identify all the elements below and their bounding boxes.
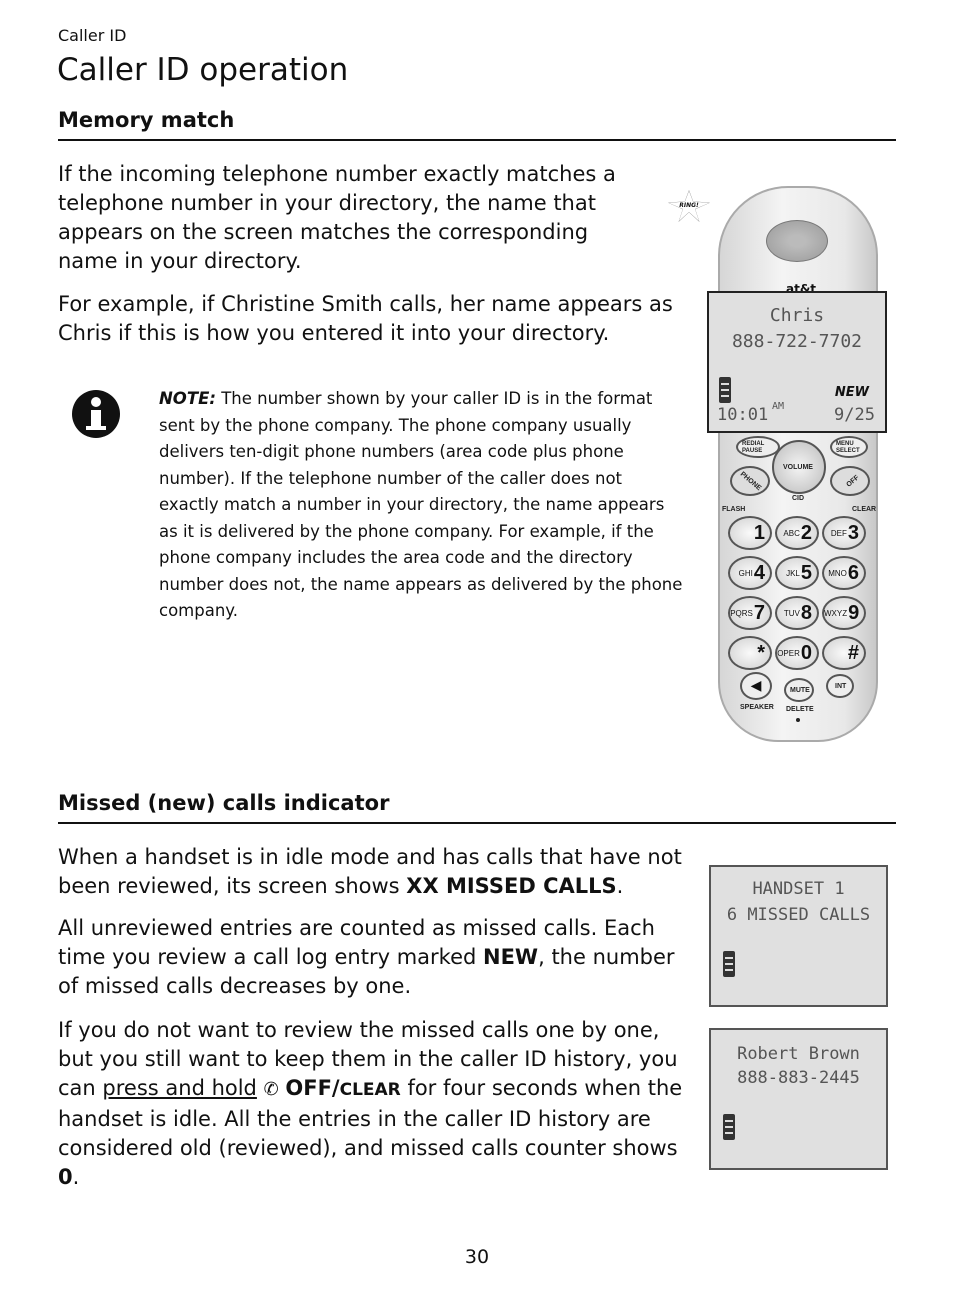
missed-paragraph-1: When a handset is in idle mode and has c… — [58, 845, 682, 898]
battery-icon — [723, 951, 735, 977]
info-icon — [72, 390, 120, 438]
keypad-key: * — [728, 636, 772, 670]
keypad-key: 1 — [728, 516, 772, 550]
missed-paragraph-3: If you do not want to review the missed … — [58, 1018, 683, 1189]
screen-line-2: 888-883-2445 — [737, 1068, 860, 1088]
note-label: NOTE: — [159, 389, 216, 408]
screen-line-2: 6 MISSED CALLS — [726, 905, 871, 925]
memory-match-paragraph-1: If the incoming telephone number exactly… — [58, 162, 616, 273]
keypad-key: ABC2 — [775, 516, 819, 550]
caller-number: 888-722-7702 — [731, 331, 863, 352]
keypad-key: WXYZ9 — [822, 596, 866, 630]
handset-illustration: at&t REDIAL PAUSE MENU SELECT VOLUME CID… — [718, 186, 878, 742]
ring-graphic: RING! — [668, 190, 710, 222]
keypad-key: DEF3 — [822, 516, 866, 550]
divider — [58, 139, 896, 141]
missed-calls-screen: HANDSET 1 6 MISSED CALLS — [709, 865, 888, 1007]
page-title: Caller ID operation — [57, 52, 349, 88]
caller-entry-screen: Robert Brown 888-883-2445 — [709, 1028, 888, 1170]
section-label: Caller ID — [58, 26, 127, 45]
note-text: The number shown by your caller ID is in… — [159, 389, 683, 620]
new-badge: NEW — [834, 385, 869, 400]
memory-match-paragraph-2: For example, if Christine Smith calls, h… — [58, 292, 673, 345]
volume-nav-button: VOLUME — [772, 440, 826, 494]
time: 10:01 — [717, 405, 769, 425]
speaker-icon: ◀ — [740, 672, 772, 700]
am-pm: AM — [772, 401, 785, 412]
note: NOTE: The number shown by your caller ID… — [159, 386, 684, 625]
screen-line-1: HANDSET 1 — [752, 879, 845, 899]
divider — [58, 822, 896, 824]
battery-icon — [719, 377, 731, 403]
off-phone-icon: ✆ — [263, 1079, 279, 1100]
keypad-key: JKL5 — [775, 556, 819, 590]
keypad-key: TUV8 — [775, 596, 819, 630]
keypad-key: OPER0 — [775, 636, 819, 670]
keypad-key: # — [822, 636, 866, 670]
keypad-key: PQRS7 — [728, 596, 772, 630]
keypad-key: GHI4 — [728, 556, 772, 590]
missed-calls-heading: Missed (new) calls indicator — [58, 791, 390, 815]
speaker-grille-icon — [766, 220, 828, 262]
caller-id-screen: Chris 888-722-7702 NEW 10:01 AM 9/25 — [707, 291, 887, 433]
press-and-hold-link[interactable]: press and hold — [102, 1076, 257, 1100]
keypad-key: MNO6 — [822, 556, 866, 590]
memory-match-heading: Memory match — [58, 108, 235, 132]
caller-name: Chris — [769, 305, 825, 326]
battery-icon — [723, 1114, 735, 1140]
date: 9/25 — [834, 405, 875, 425]
page-number: 30 — [464, 1246, 490, 1268]
missed-paragraph-2: All unreviewed entries are counted as mi… — [58, 916, 675, 998]
screen-line-1: Robert Brown — [737, 1044, 860, 1064]
